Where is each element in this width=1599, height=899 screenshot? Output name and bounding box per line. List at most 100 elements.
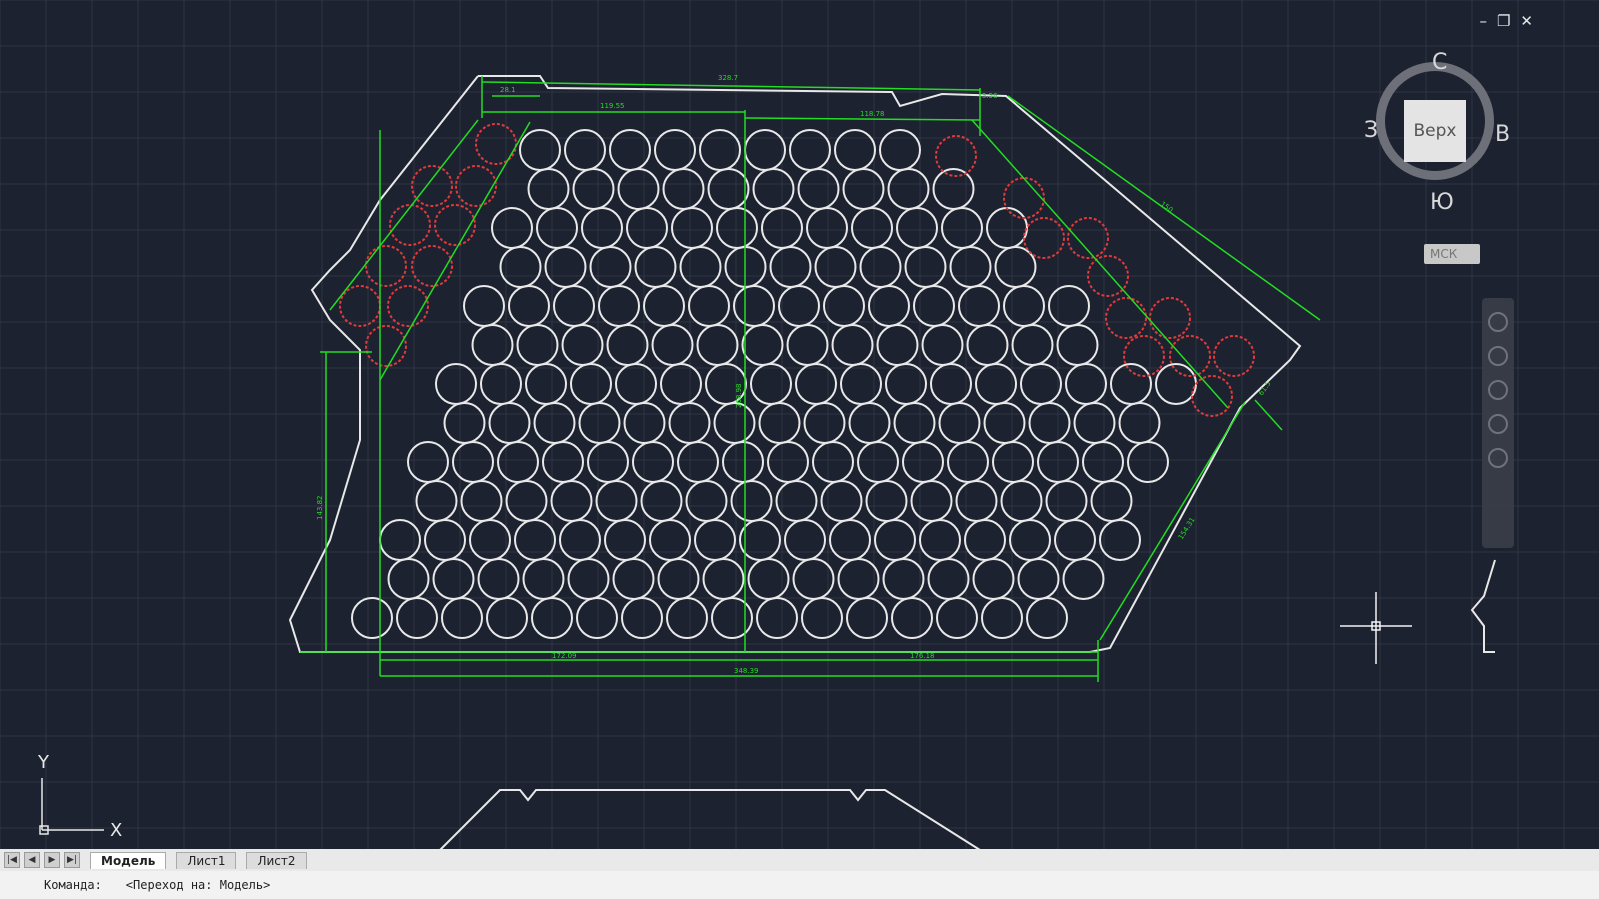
tube-circle[interactable] bbox=[893, 402, 936, 444]
tube-circle[interactable] bbox=[902, 441, 944, 483]
tube-circle[interactable] bbox=[696, 324, 739, 366]
first-tab-button[interactable]: |◀ bbox=[4, 852, 20, 868]
tube-circle[interactable] bbox=[505, 480, 548, 522]
tube-circle[interactable] bbox=[626, 207, 668, 249]
tube-circle[interactable] bbox=[1054, 519, 1096, 561]
tube-circle[interactable] bbox=[435, 363, 477, 405]
tube-circle[interactable] bbox=[887, 168, 930, 210]
tube-circle[interactable] bbox=[1003, 285, 1045, 327]
showmotion-icon[interactable] bbox=[1488, 448, 1508, 468]
tube-circle[interactable] bbox=[868, 285, 910, 327]
tube-circle[interactable] bbox=[966, 324, 1009, 366]
tube-circle[interactable] bbox=[1000, 480, 1043, 522]
tube-circle[interactable] bbox=[685, 480, 728, 522]
compass-west[interactable]: З bbox=[1364, 118, 1378, 143]
tube-circle[interactable] bbox=[654, 129, 696, 171]
tube-circle[interactable] bbox=[716, 207, 758, 249]
tube-circle[interactable] bbox=[527, 168, 570, 210]
removed-tube-circle[interactable] bbox=[1105, 297, 1147, 339]
viewcube[interactable]: Верх С З В Ю bbox=[1364, 50, 1512, 236]
tab-model[interactable]: Модель bbox=[90, 851, 167, 869]
tube-circle[interactable] bbox=[786, 324, 829, 366]
tube-circle[interactable] bbox=[842, 168, 885, 210]
tube-circle[interactable] bbox=[848, 402, 891, 444]
tube-circle[interactable] bbox=[891, 597, 933, 639]
tube-circle[interactable] bbox=[983, 402, 1026, 444]
tube-circle[interactable] bbox=[604, 519, 646, 561]
tube-circle[interactable] bbox=[730, 480, 773, 522]
tube-circle[interactable] bbox=[550, 480, 593, 522]
tube-circle[interactable] bbox=[497, 441, 539, 483]
tube-circle[interactable] bbox=[936, 597, 978, 639]
tube-circle[interactable] bbox=[941, 207, 983, 249]
tube-circle[interactable] bbox=[612, 558, 655, 600]
removed-tube-circle[interactable] bbox=[1213, 335, 1255, 377]
tube-circle[interactable] bbox=[823, 285, 865, 327]
tube-circle[interactable] bbox=[744, 129, 786, 171]
tube-circle[interactable] bbox=[1099, 519, 1141, 561]
tube-circle[interactable] bbox=[1082, 441, 1124, 483]
tube-circle[interactable] bbox=[572, 168, 615, 210]
tube-circle[interactable] bbox=[662, 168, 705, 210]
tube-circle[interactable] bbox=[567, 558, 610, 600]
tube-circle[interactable] bbox=[789, 129, 831, 171]
tube-circle[interactable] bbox=[876, 324, 919, 366]
tube-circle[interactable] bbox=[882, 558, 925, 600]
tube-circle[interactable] bbox=[415, 480, 458, 522]
tube-circle[interactable] bbox=[859, 246, 902, 288]
tube-circle[interactable] bbox=[643, 285, 685, 327]
restore-button[interactable]: ❐ bbox=[1497, 12, 1510, 30]
pan-icon[interactable] bbox=[1488, 346, 1508, 366]
tube-circle[interactable] bbox=[443, 402, 486, 444]
command-line[interactable]: Команда: <Переход на: Модель> bbox=[0, 871, 1599, 899]
tube-circle[interactable] bbox=[972, 558, 1015, 600]
tube-circle[interactable] bbox=[896, 207, 938, 249]
tube-circle[interactable] bbox=[837, 558, 880, 600]
tube-circle[interactable] bbox=[1073, 402, 1116, 444]
tube-circle[interactable] bbox=[1127, 441, 1169, 483]
tube-circle[interactable] bbox=[733, 285, 775, 327]
tube-circle[interactable] bbox=[441, 597, 483, 639]
removed-tube-circle[interactable] bbox=[339, 285, 381, 327]
tube-circle[interactable] bbox=[519, 129, 561, 171]
tube-circle[interactable] bbox=[651, 324, 694, 366]
tube-circle[interactable] bbox=[958, 285, 1000, 327]
removed-tube-circle[interactable] bbox=[455, 165, 497, 207]
lower-outline[interactable] bbox=[439, 789, 981, 851]
tube-circle[interactable] bbox=[688, 285, 730, 327]
tube-circle[interactable] bbox=[587, 441, 629, 483]
tube-circle[interactable] bbox=[814, 246, 857, 288]
tube-circle[interactable] bbox=[559, 519, 601, 561]
tube-circle[interactable] bbox=[589, 246, 632, 288]
orbit-icon[interactable] bbox=[1488, 414, 1508, 434]
tube-circle[interactable] bbox=[660, 363, 702, 405]
tube-circle[interactable] bbox=[784, 519, 826, 561]
tube-circle[interactable] bbox=[522, 558, 565, 600]
tube-circle[interactable] bbox=[508, 285, 550, 327]
tube-circle[interactable] bbox=[679, 246, 722, 288]
tube-circle[interactable] bbox=[1118, 402, 1161, 444]
tube-circle[interactable] bbox=[938, 402, 981, 444]
tube-circle[interactable] bbox=[851, 207, 893, 249]
tube-circle[interactable] bbox=[1090, 480, 1133, 522]
tube-circle[interactable] bbox=[981, 597, 1023, 639]
tube-circle[interactable] bbox=[722, 441, 764, 483]
tube-circle[interactable] bbox=[797, 168, 840, 210]
tube-circle[interactable] bbox=[930, 363, 972, 405]
tube-circle[interactable] bbox=[387, 558, 430, 600]
last-tab-button[interactable]: ▶| bbox=[64, 852, 80, 868]
tube-circle[interactable] bbox=[975, 363, 1017, 405]
tube-circle[interactable] bbox=[713, 402, 756, 444]
tube-circle[interactable] bbox=[581, 207, 623, 249]
removed-tube-circle[interactable] bbox=[1067, 217, 1109, 259]
tube-circle[interactable] bbox=[1026, 597, 1068, 639]
compass-north[interactable]: С bbox=[1432, 50, 1447, 75]
tube-circle[interactable] bbox=[657, 558, 700, 600]
tube-circle[interactable] bbox=[491, 207, 533, 249]
tube-circle[interactable] bbox=[533, 402, 576, 444]
tube-circle[interactable] bbox=[846, 597, 888, 639]
tube-circle[interactable] bbox=[921, 324, 964, 366]
tube-circle[interactable] bbox=[992, 441, 1034, 483]
tube-circle[interactable] bbox=[795, 363, 837, 405]
removed-tube-circle[interactable] bbox=[1149, 297, 1191, 339]
